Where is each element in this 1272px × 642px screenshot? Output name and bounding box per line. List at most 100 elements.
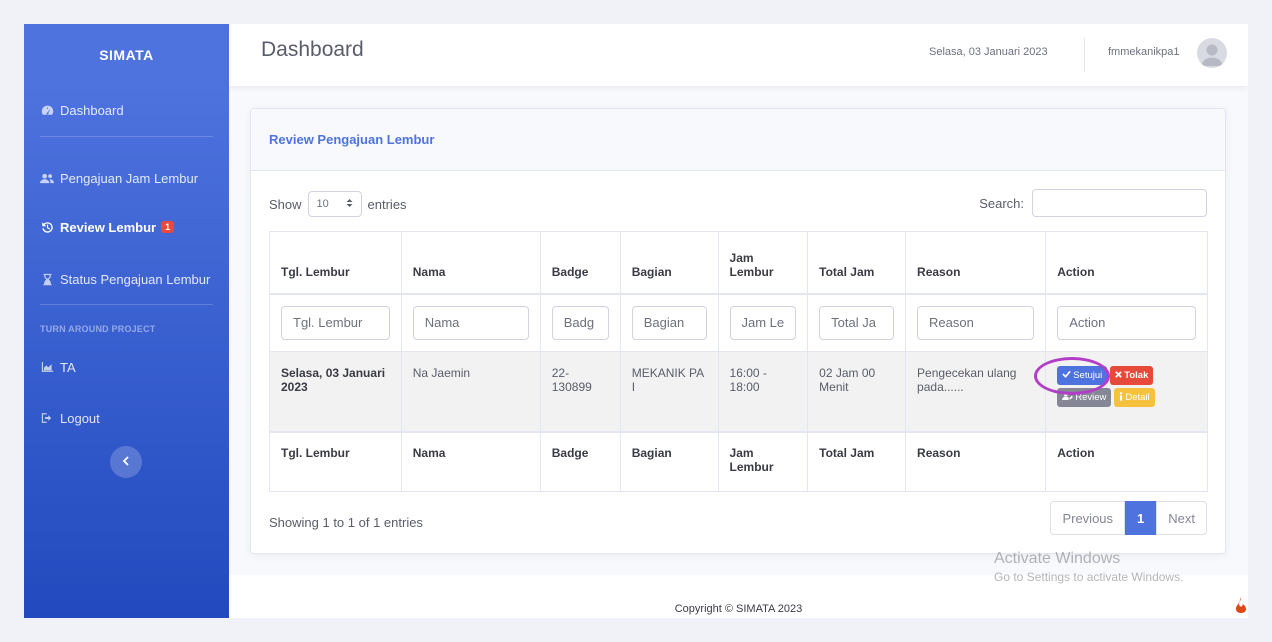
column-header[interactable]: Jam Lembur [717,231,809,295]
search-input[interactable] [1032,189,1207,217]
copyright-text: Copyright © SIMATA 2023 [674,603,803,615]
app-frame: SIMATA Dashboard Pengajuan Jam Lembur Re… [24,24,1248,618]
cell-bagian: MEKANIK PA I [619,351,719,432]
avatar[interactable] [1197,38,1227,68]
user-name[interactable]: fmmekanikpa1 [1108,46,1180,58]
cell-action: Setujui Tolak Review Detail [1045,351,1208,432]
reject-button[interactable]: Tolak [1110,366,1154,385]
codeigniter-flame-icon[interactable] [1226,590,1256,620]
sidebar-item-logout[interactable]: Logout [24,408,229,428]
filter-input-total[interactable]: Total Ja [819,305,895,340]
next-button[interactable]: Next [1156,501,1207,535]
logout-icon [40,411,54,425]
detail-label: Detail [1125,391,1150,403]
column-header[interactable]: Total Jam [807,231,907,295]
topbar-divider [1084,38,1085,72]
filter-input-nama[interactable]: Nama [412,305,529,340]
column-header[interactable]: Reason [905,231,1047,295]
sidebar-heading: TURN AROUND PROJECT [40,324,156,334]
sidebar-item-review-lembur[interactable]: Review Lembur 1 [24,217,229,237]
notification-badge: 1 [161,221,175,233]
filter-cell: Jam Le [717,293,809,352]
column-header[interactable]: Tgl. Lembur [269,231,402,295]
filter-cell: Total Ja [807,293,907,352]
dashboard-icon [40,103,54,117]
approve-button[interactable]: Setujui [1057,366,1108,385]
users-icon [40,171,54,185]
filter-cell: Reason [905,293,1047,352]
footer-header: Badge [539,430,621,492]
cell-badge: 22-130899 [539,351,621,432]
card-title: Review Pengajuan Lembur [269,132,435,147]
action-buttons: Setujui Tolak Review Detail [1057,366,1182,407]
page-1-button[interactable]: 1 [1125,501,1157,535]
review-label: Review [1075,391,1107,403]
sidebar-item-label: TA [60,359,76,375]
footer-header: Bagian [619,430,719,492]
chart-area-icon [40,360,54,374]
filter-input-badge[interactable]: Badg [551,305,609,340]
cell-reason: Pengecekan ulang pada...... [905,351,1047,432]
column-header[interactable]: Badge [539,231,621,295]
page-title: Dashboard [261,38,364,61]
column-header[interactable]: Nama [400,231,541,295]
review-button[interactable]: Review [1057,387,1112,407]
footer-header: Jam Lembur [717,430,809,492]
show-label: Show [269,196,302,212]
hourglass-icon [40,272,54,286]
sidebar-item-dashboard[interactable]: Dashboard [24,100,229,120]
brand-logo[interactable]: SIMATA [24,24,229,86]
table-info: Showing 1 to 1 of 1 entries [269,515,423,530]
length-value: 10 [316,198,329,210]
cell-total: 02 Jam 00 Menit [807,351,907,432]
filter-input-bagian[interactable]: Bagian [631,305,707,340]
filter-cell: Action [1045,293,1208,352]
cell-nama: Na Jaemin [400,351,541,432]
current-date: Selasa, 03 Januari 2023 [929,46,1048,58]
search-control: Search: [979,189,1207,217]
detail-button[interactable]: Detail [1114,387,1155,407]
sidebar-item-pengajuan[interactable]: Pengajuan Jam Lembur [24,168,229,188]
footer-header: Action [1045,430,1208,492]
sidebar-item-label: Review Lembur [60,219,157,235]
filter-cell: Bagian [619,293,719,352]
footer-header: Reason [905,430,1047,492]
entries-length-select[interactable]: 10 [307,191,362,217]
search-label: Search: [979,195,1024,211]
filter-input-jam[interactable]: Jam Le [729,305,797,340]
column-header[interactable]: Bagian [619,231,719,295]
filter-input-reason[interactable]: Reason [917,305,1035,340]
sidebar-divider [40,304,213,305]
review-card: Review Pengajuan Lembur Show 10 entries … [250,108,1226,554]
sidebar-divider [40,136,213,137]
pagination: Previous 1 Next [1050,501,1207,535]
entries-label: entries [367,196,407,212]
reject-label: Tolak [1124,369,1149,381]
sidebar-toggle-button[interactable] [110,446,142,478]
sidebar-item-label: Status Pengajuan Lembur [60,271,211,287]
windows-activation-watermark: Activate Windows Go to Settings to activ… [994,550,1183,584]
footer-header: Tgl. Lembur [269,430,402,492]
cell-jam: 16:00 - 18:00 [717,351,809,432]
times-icon [1115,370,1123,381]
footer-header: Total Jam [807,430,907,492]
cell-tgl: Selasa, 03 Januari 2023 [269,351,402,432]
footer-header: Nama [400,430,541,492]
sidebar-item-ta[interactable]: TA [24,357,229,377]
filter-cell: Tgl. Lembur [269,293,402,352]
filter-cell: Badg [539,293,621,352]
check-icon [1062,370,1071,381]
updown-icon [346,198,353,211]
card-header: Review Pengajuan Lembur [251,109,1225,171]
filter-cell: Nama [400,293,541,352]
filter-input-tgl[interactable]: Tgl. Lembur [281,305,390,340]
sidebar-item-status-pengajuan[interactable]: Status Pengajuan Lembur [24,269,229,289]
sidebar-item-label: Dashboard [60,102,124,118]
previous-button[interactable]: Previous [1050,501,1126,535]
chevron-left-icon [122,453,130,471]
approve-label: Setujui [1073,369,1103,381]
lembur-table: Tgl. Lembur Nama Badge Bagian Jam Lembur… [269,231,1208,492]
watermark-subtitle: Go to Settings to activate Windows. [994,570,1184,584]
filter-input-action[interactable]: Action [1057,305,1196,340]
column-header[interactable]: Action [1045,231,1208,295]
